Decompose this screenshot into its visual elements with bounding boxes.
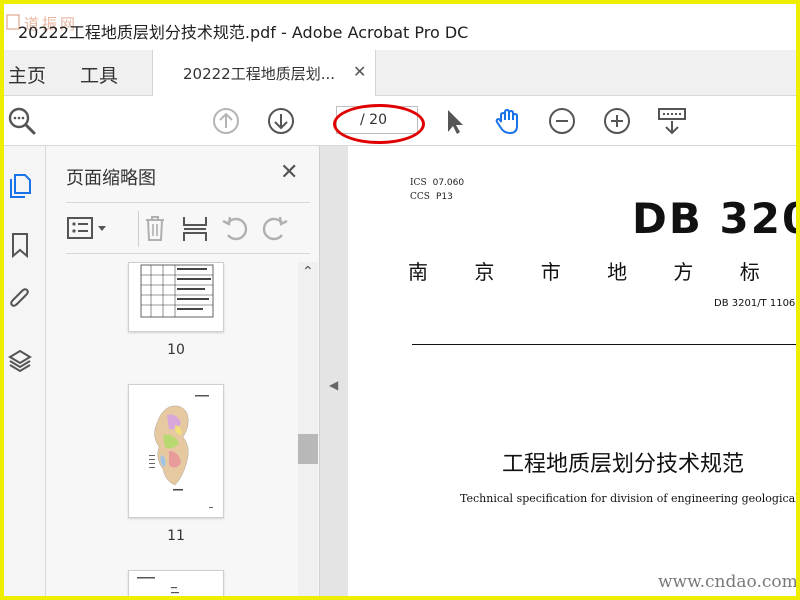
panel-toolbar: [66, 202, 310, 254]
search-icon[interactable]: [6, 105, 38, 137]
classification-codes: ICS 07.060 CCS P13: [410, 176, 464, 204]
thumbnail-table-preview: [140, 264, 214, 318]
page-thumbnail[interactable]: [128, 570, 224, 596]
left-icon-rail: [4, 146, 46, 596]
thumbnails-panel: 页面缩略图 ✕ 10 11 ⌃: [46, 146, 320, 596]
hand-icon[interactable]: [492, 105, 524, 137]
tab-bar: 主页 工具 20222工程地质层划... ✕: [4, 50, 796, 96]
extract-pages-icon[interactable]: [180, 213, 210, 243]
tab-home[interactable]: 主页: [8, 61, 46, 88]
tab-document-label: 20222工程地质层划...: [183, 65, 336, 83]
close-tab-button[interactable]: ✕: [353, 62, 366, 81]
page-thumbnail[interactable]: [128, 384, 224, 518]
page-up-icon[interactable]: [210, 105, 242, 137]
page-thumbnails-icon[interactable]: [7, 172, 33, 198]
ics-value: 07.060: [432, 178, 465, 188]
standard-number: DB 3201/T 1106: [714, 298, 796, 309]
issuer-heading: 南 京 市 地 方 标: [408, 260, 760, 284]
toolbar-separator: [138, 211, 139, 247]
thumbnail-page-number: 11: [167, 528, 185, 544]
select-arrow-icon[interactable]: [438, 105, 470, 137]
thumbnail-scrollbar[interactable]: ⌃: [298, 262, 318, 596]
rotate-right-icon[interactable]: [260, 213, 290, 243]
window-title: 20222工程地质层划分技术规范.pdf - Adobe Acrobat Pro…: [18, 23, 469, 42]
collapse-arrow-icon[interactable]: ◀: [329, 378, 338, 392]
ccs-value: P13: [435, 192, 453, 202]
page-down-icon[interactable]: [265, 105, 297, 137]
tab-tools[interactable]: 工具: [80, 61, 118, 88]
document-title-cn: 工程地质层划分技术规范: [502, 452, 745, 477]
thumbnail-map-preview: [149, 395, 213, 508]
site-watermark: www.cndao.com: [658, 572, 796, 592]
layers-icon[interactable]: [7, 348, 33, 374]
header-rule: [412, 344, 796, 345]
annotation-ellipse: [333, 104, 425, 144]
standard-code-heading: DB 3201: [632, 194, 796, 243]
ccs-label: CCS: [410, 192, 430, 202]
options-menu-icon[interactable]: [66, 213, 110, 243]
tab-document[interactable]: 20222工程地质层划... ✕: [152, 50, 376, 96]
delete-icon[interactable]: [140, 213, 170, 243]
title-bar: 道振网 20222工程地质层划分技术规范.pdf - Adobe Acrobat…: [4, 4, 796, 50]
app-window: 道振网 20222工程地质层划分技术规范.pdf - Adobe Acrobat…: [0, 0, 800, 600]
attachment-icon[interactable]: [7, 286, 33, 312]
bookmark-icon[interactable]: [7, 232, 33, 258]
panel-title: 页面缩略图: [66, 168, 156, 189]
scrollbar-thumb[interactable]: [298, 434, 318, 464]
close-panel-button[interactable]: ✕: [280, 160, 298, 185]
zoom-in-icon[interactable]: [601, 105, 633, 137]
document-title-en: Technical specification for division of …: [460, 492, 796, 505]
panel-collapse-strip[interactable]: ◀: [320, 146, 348, 596]
document-page: ICS 07.060 CCS P13 DB 3201 南 京 市 地 方 标 DB …: [348, 146, 796, 596]
zoom-out-icon[interactable]: [546, 105, 578, 137]
thumbnail-text-preview: [137, 577, 179, 594]
ics-label: ICS: [410, 178, 427, 188]
rotate-left-icon[interactable]: [220, 213, 250, 243]
scroll-up-icon[interactable]: ⌃: [302, 264, 314, 280]
thumbnail-page-number: 10: [167, 342, 185, 358]
keyboard-dropdown-icon[interactable]: [656, 105, 688, 137]
page-thumbnail[interactable]: [128, 262, 224, 332]
